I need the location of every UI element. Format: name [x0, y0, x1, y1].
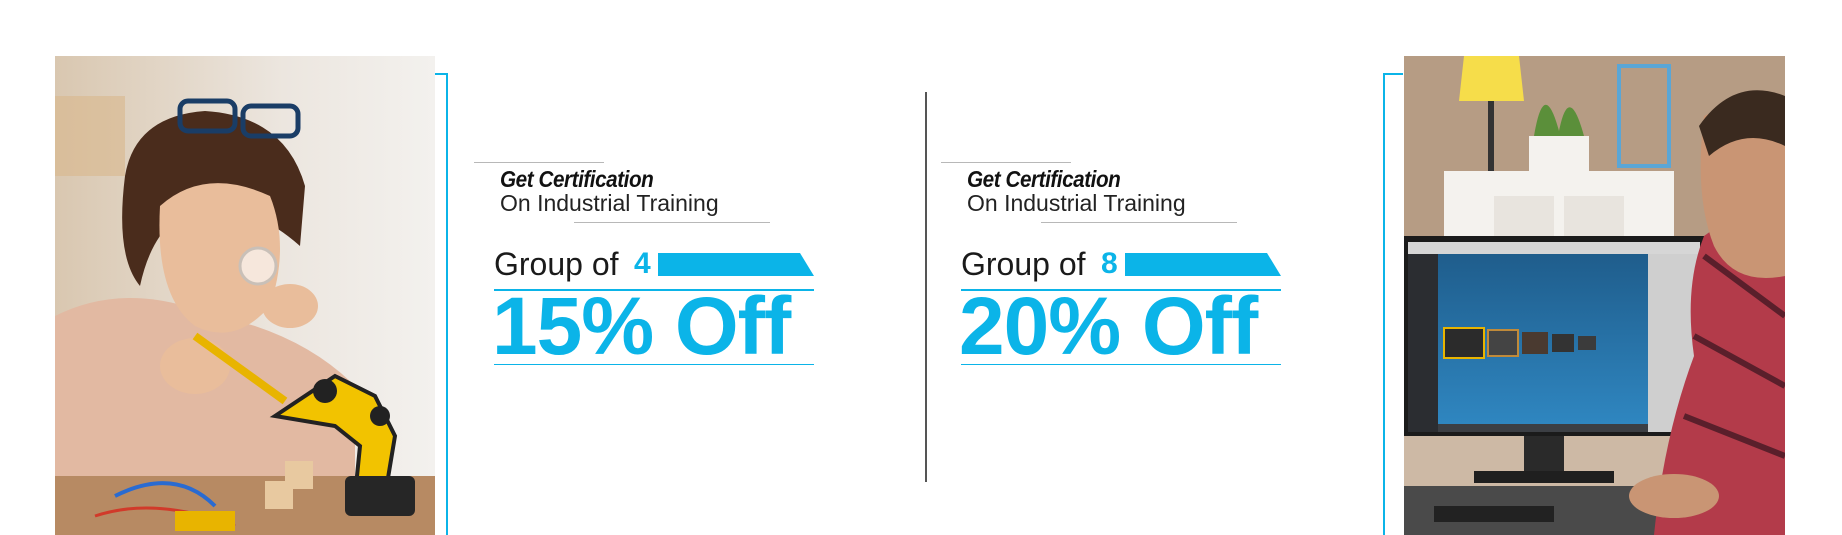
blue-line-bottom — [961, 364, 1281, 365]
right-frame-accent-side — [1383, 73, 1385, 535]
photo-woman-robotics — [55, 56, 435, 535]
group-label: Group of — [494, 246, 619, 282]
group-label: Group of — [961, 246, 1086, 282]
rule-top — [941, 162, 1071, 163]
group-row: Group of 8 — [961, 248, 1281, 280]
group-size: 8 — [1101, 247, 1118, 280]
blue-line-bottom — [494, 364, 814, 365]
center-divider — [925, 92, 927, 482]
accent-bar — [1125, 253, 1281, 276]
discount: 20% Off — [959, 281, 1258, 372]
photo-man-3d-modeling — [1404, 56, 1785, 535]
group-size: 4 — [634, 247, 651, 280]
left-frame-accent-side — [446, 73, 448, 535]
tagline: Get Certification — [500, 166, 654, 192]
group-row: Group of 4 — [494, 248, 814, 280]
rule-top — [474, 162, 604, 163]
subline: On Industrial Training — [500, 190, 719, 216]
right-frame-accent-top — [1383, 73, 1403, 75]
rule-under-subline — [574, 222, 770, 223]
tagline: Get Certification — [967, 166, 1121, 192]
accent-bar — [658, 253, 814, 276]
offer-card-group-4: Get Certification On Industrial Training… — [474, 160, 814, 380]
offer-card-group-8: Get Certification On Industrial Training… — [941, 160, 1281, 380]
discount: 15% Off — [492, 281, 791, 372]
rule-under-subline — [1041, 222, 1237, 223]
subline: On Industrial Training — [967, 190, 1186, 216]
